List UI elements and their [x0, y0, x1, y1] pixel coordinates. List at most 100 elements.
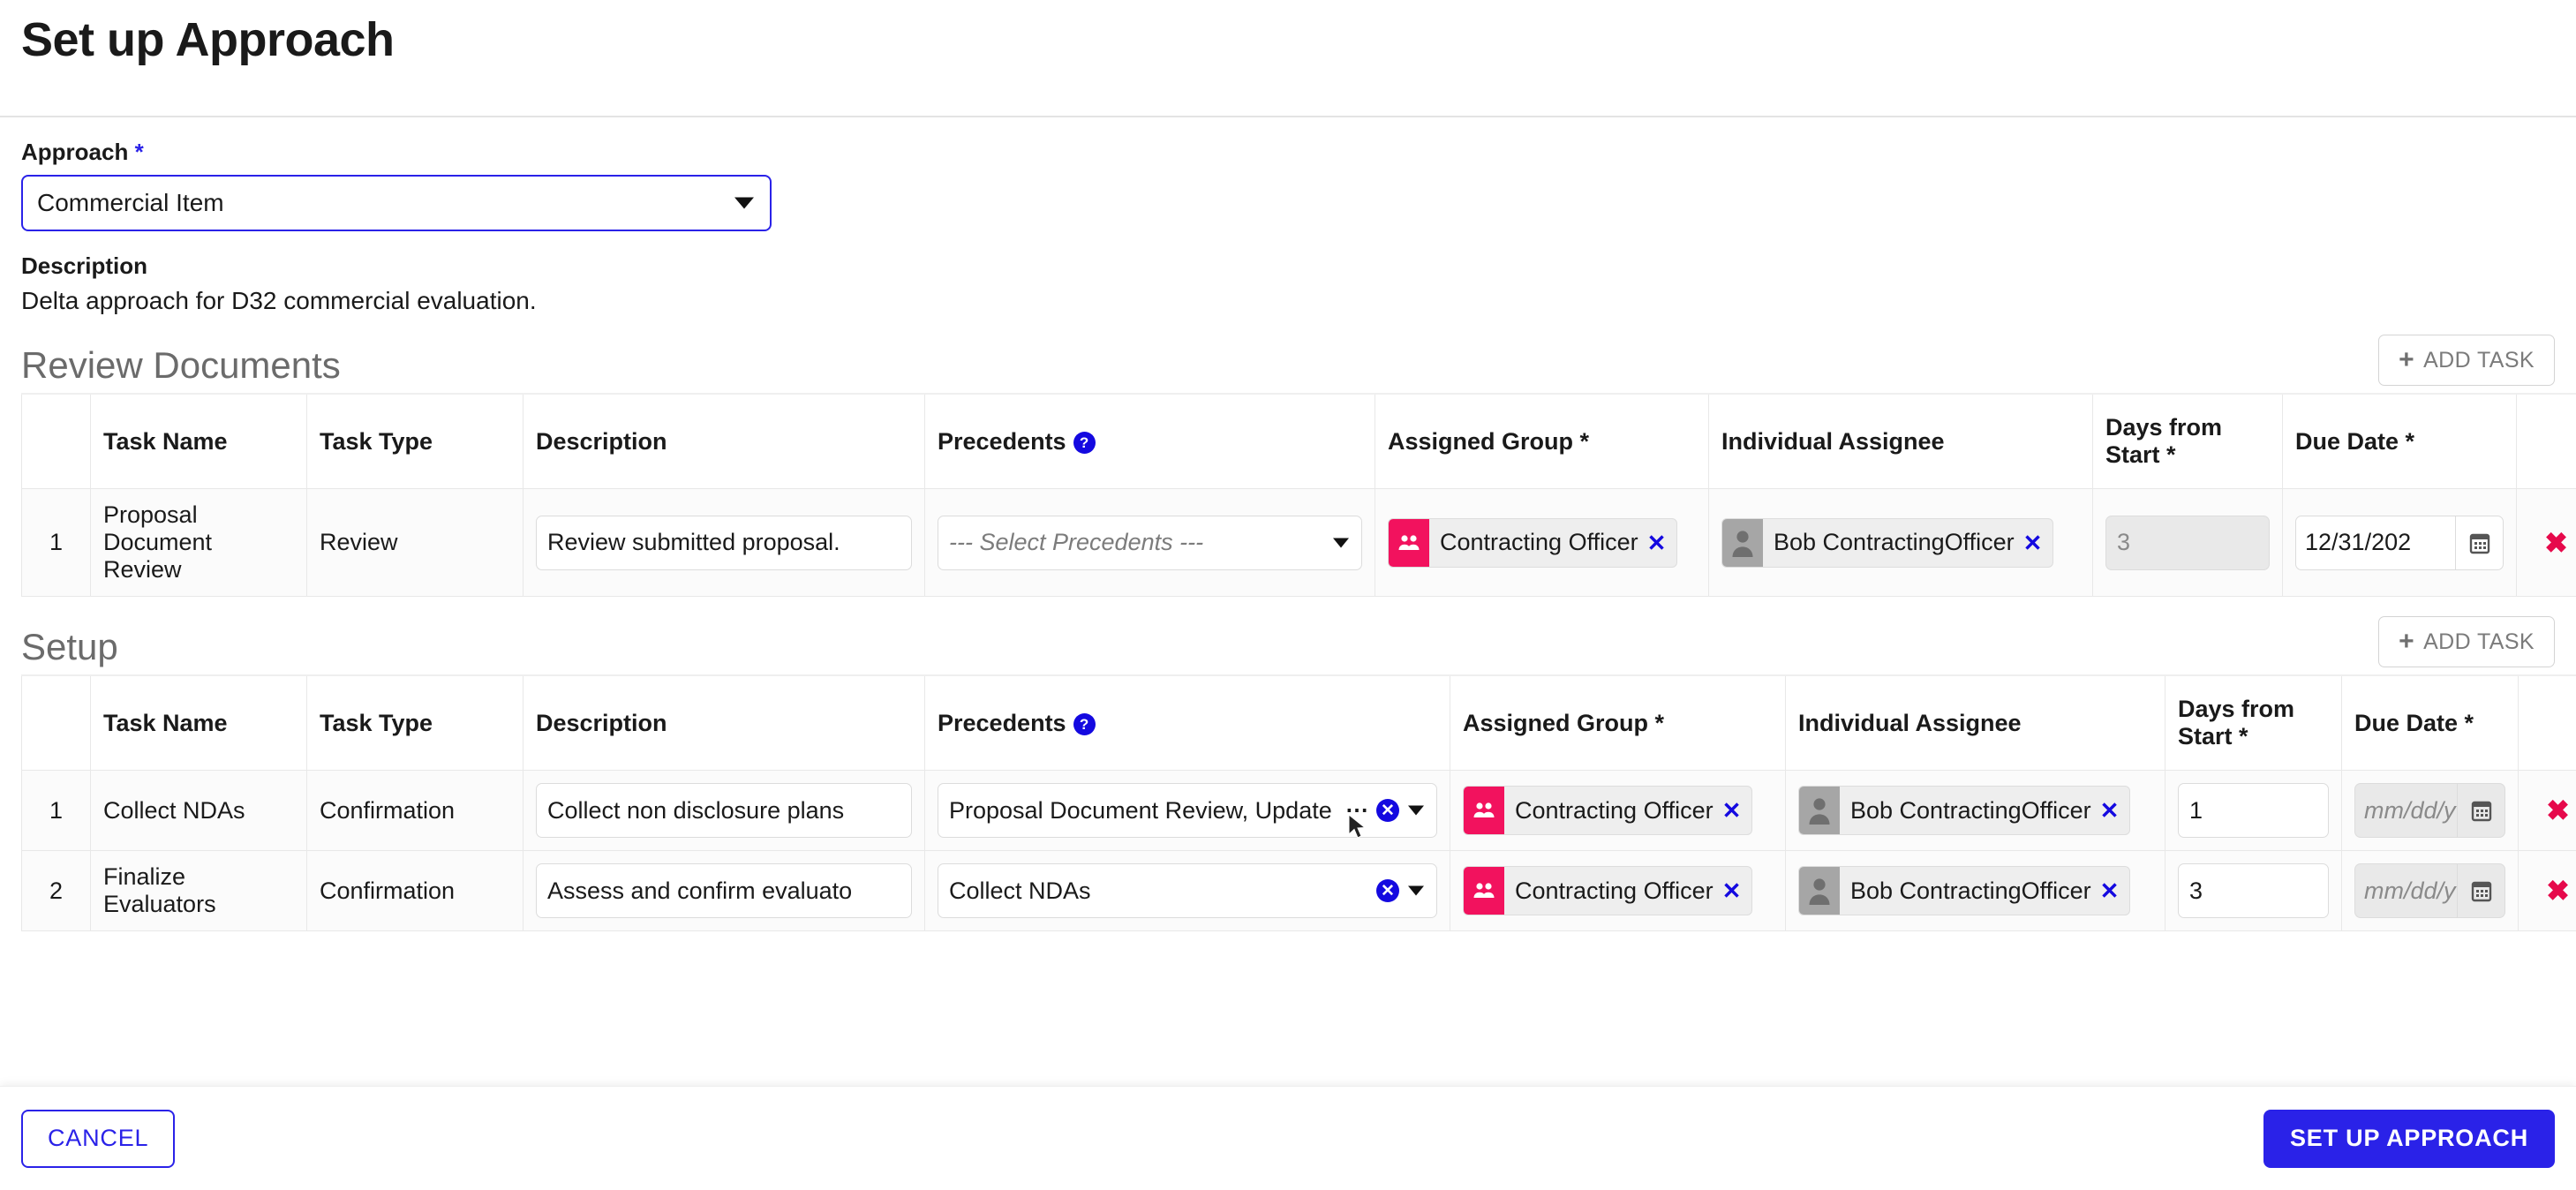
col-actions — [2518, 674, 2576, 771]
precedents-select[interactable]: --- Select Precedents --- — [938, 515, 1362, 570]
description-input[interactable]: Review submitted proposal. — [536, 515, 912, 570]
group-icon — [1473, 802, 1495, 817]
calendar-icon — [2471, 881, 2491, 902]
due-date-input[interactable]: mm/dd/y — [2355, 784, 2457, 837]
remove-assigned-group-icon[interactable]: ✕ — [1647, 531, 1677, 554]
tasks-table: Task Name Task Type Description Precedents?… — [21, 674, 2576, 931]
required-asterisk: * — [134, 139, 144, 165]
section-2: Setup + ADD TASK Task Name Task Type Descri… — [0, 616, 2576, 931]
days-from-start-input[interactable]: 1 — [2178, 783, 2329, 838]
section-1: Review Documents + ADD TASK Task Name Task… — [0, 335, 2576, 597]
calendar-icon — [2469, 533, 2489, 554]
person-avatar-icon — [1809, 798, 1830, 825]
clear-precedents-icon[interactable]: ✕ — [1376, 799, 1399, 822]
remove-assigned-group-icon[interactable]: ✕ — [1722, 799, 1752, 822]
person-avatar — [1799, 867, 1840, 915]
set-up-approach-page: Set up Approach Approach * Commercial It… — [0, 0, 2576, 1190]
due-date-field: mm/dd/y — [2354, 783, 2505, 838]
group-avatar — [1464, 787, 1504, 834]
cell-individual-assignee: Bob ContractingOfficer ✕ — [1708, 488, 2093, 597]
cell-individual-assignee: Bob ContractingOfficer ✕ — [1785, 770, 2165, 851]
help-icon[interactable]: ? — [1073, 713, 1096, 735]
person-avatar-icon — [1809, 878, 1830, 905]
open-calendar-button[interactable] — [2455, 516, 2503, 569]
description-input[interactable]: Collect non disclosure plans — [536, 783, 912, 838]
description-input[interactable]: Assess and confirm evaluato — [536, 863, 912, 918]
section-header: Review Documents + ADD TASK — [21, 335, 2555, 386]
col-precedents-label: Precedents — [938, 427, 1066, 455]
due-date-input[interactable]: mm/dd/y — [2355, 864, 2457, 917]
approach-label: Approach * — [21, 139, 2555, 166]
page-header: Set up Approach — [0, 0, 2576, 117]
remove-individual-assignee-icon[interactable]: ✕ — [2100, 879, 2130, 902]
cancel-button[interactable]: CANCEL — [21, 1109, 176, 1168]
chevron-down-icon — [1408, 805, 1424, 816]
row-index: 1 — [21, 770, 91, 851]
add-task-label: ADD TASK — [2423, 347, 2535, 373]
cell-actions: ✖ — [2518, 770, 2576, 851]
open-calendar-button[interactable] — [2457, 864, 2504, 917]
col-task-name: Task Name — [90, 393, 307, 489]
section-title: Review Documents — [21, 343, 341, 386]
individual-assignee-chip: Bob ContractingOfficer ✕ — [1721, 517, 2054, 568]
days-from-start-input[interactable]: 3 — [2105, 515, 2270, 570]
delete-row-icon[interactable]: ✖ — [2531, 877, 2576, 905]
page-title: Set up Approach — [21, 13, 395, 66]
calendar-icon — [2471, 801, 2491, 822]
set-up-approach-button[interactable]: SET UP APPROACH — [2263, 1109, 2555, 1168]
cell-task-name: Proposal Document Review — [90, 488, 307, 597]
col-individual-assignee: Individual Assignee — [1785, 674, 2165, 771]
cell-task-type: Review — [306, 488, 523, 597]
delete-row-icon[interactable]: ✖ — [2531, 796, 2576, 825]
due-date-input[interactable]: 12/31/202 — [2296, 516, 2455, 569]
remove-individual-assignee-icon[interactable]: ✕ — [2023, 531, 2053, 554]
col-individual-assignee: Individual Assignee — [1708, 393, 2093, 489]
cell-actions: ✖ — [2518, 850, 2576, 931]
person-avatar — [1799, 787, 1840, 834]
open-calendar-button[interactable] — [2457, 784, 2504, 837]
approach-select[interactable]: Commercial Item — [21, 175, 772, 231]
precedents-select[interactable]: Collect NDAs ✕ — [938, 863, 1437, 918]
col-actions — [2516, 393, 2576, 489]
days-from-start-input[interactable]: 3 — [2178, 863, 2329, 918]
clear-precedents-icon[interactable]: ✕ — [1376, 879, 1399, 902]
section-header: Setup + ADD TASK — [21, 616, 2555, 667]
plus-icon: + — [2399, 345, 2415, 374]
person-avatar — [1722, 518, 1763, 567]
individual-assignee-label: Bob ContractingOfficer — [1774, 529, 2015, 555]
precedents-select[interactable]: Proposal Document Review, Update ⋯ ✕ — [938, 783, 1437, 838]
cell-description: Collect non disclosure plans — [523, 770, 925, 851]
cell-individual-assignee: Bob ContractingOfficer ✕ — [1785, 850, 2165, 931]
col-precedents: Precedents? — [924, 674, 1450, 771]
col-assigned-group: Assigned Group * — [1375, 393, 1709, 489]
assigned-group-chip: Contracting Officer ✕ — [1388, 517, 1678, 568]
approach-section: Approach * Commercial Item Description D… — [0, 117, 2576, 315]
remove-individual-assignee-icon[interactable]: ✕ — [2100, 799, 2130, 822]
remove-assigned-group-icon[interactable]: ✕ — [1722, 879, 1752, 902]
section-title: Setup — [21, 625, 118, 667]
add-task-button[interactable]: + ADD TASK — [2378, 335, 2555, 386]
col-task-type: Task Type — [306, 393, 523, 489]
col-assigned-group: Assigned Group * — [1450, 674, 1786, 771]
cell-task-type: Confirmation — [306, 770, 523, 851]
chevron-down-icon — [734, 197, 754, 209]
assigned-group-chip: Contracting Officer ✕ — [1463, 786, 1753, 835]
col-description: Description — [523, 674, 925, 771]
col-task-type: Task Type — [306, 674, 523, 771]
assigned-group-label: Contracting Officer — [1440, 529, 1638, 555]
delete-row-icon[interactable]: ✖ — [2529, 529, 2576, 557]
help-icon[interactable]: ? — [1073, 432, 1096, 454]
cell-days-from-start: 3 — [2092, 488, 2283, 597]
individual-assignee-label: Bob ContractingOfficer — [1850, 877, 2091, 904]
cell-days-from-start: 1 — [2165, 770, 2342, 851]
cell-days-from-start: 3 — [2165, 850, 2342, 931]
group-avatar — [1389, 518, 1429, 567]
cell-precedents: Proposal Document Review, Update ⋯ ✕ — [924, 770, 1450, 851]
description-text: Delta approach for D32 commercial evalua… — [21, 287, 537, 314]
approach-label-text: Approach — [21, 139, 129, 165]
plus-icon: + — [2399, 627, 2415, 656]
col-days-from-start: Days from Start * — [2165, 674, 2342, 771]
overflow-ellipsis-icon: ⋯ — [1345, 796, 1369, 824]
add-task-button[interactable]: + ADD TASK — [2378, 616, 2555, 667]
cell-precedents: Collect NDAs ✕ — [924, 850, 1450, 931]
